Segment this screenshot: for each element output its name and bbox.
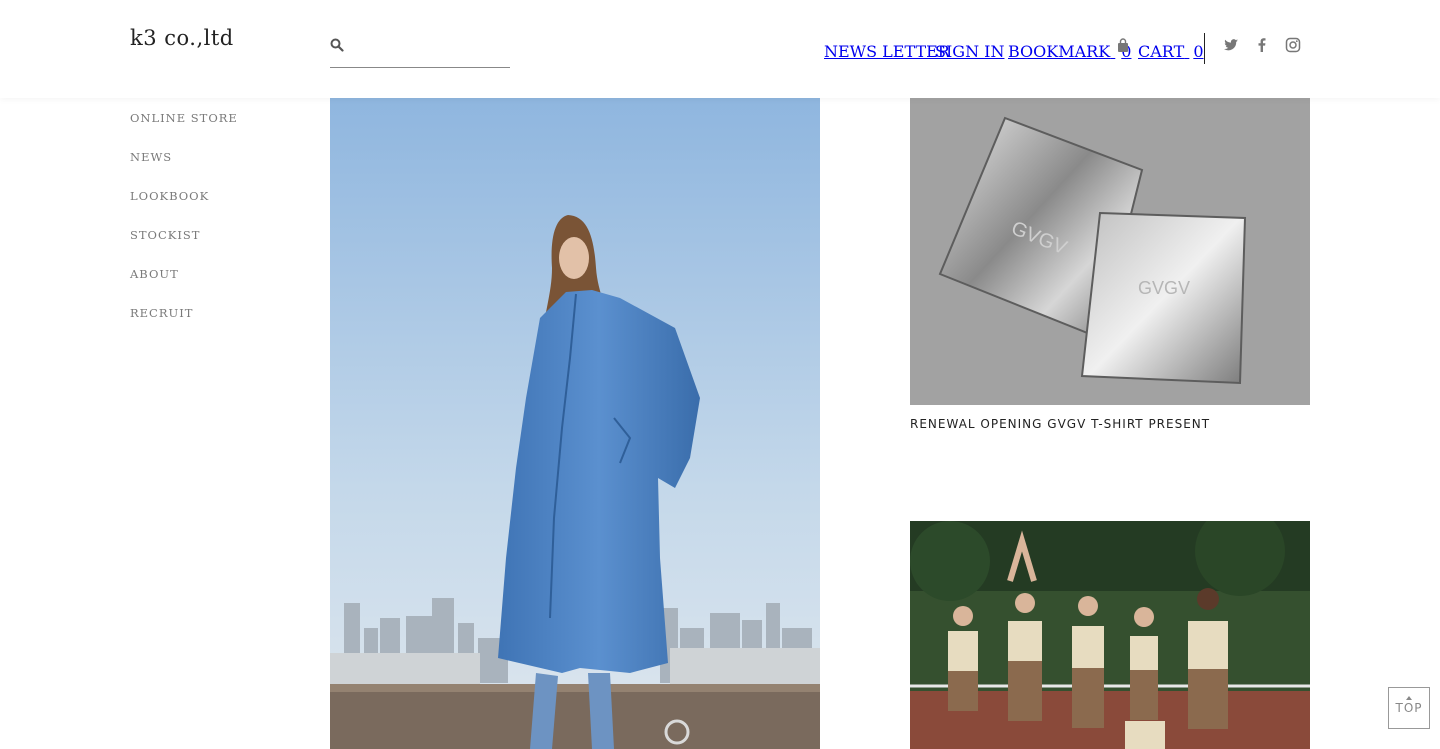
gvgv-silver-packs-photo: GVGV GVGV: [910, 98, 1310, 405]
model-blue-coat-photo: [330, 98, 820, 749]
group-tennis-court-photo: [910, 521, 1310, 749]
sidebar-item-recruit[interactable]: RECRUIT: [130, 305, 238, 344]
cart-count: 0: [1193, 42, 1204, 61]
facebook-icon[interactable]: [1254, 37, 1270, 53]
sidebar-item-stockist[interactable]: STOCKIST: [130, 227, 238, 266]
search-input[interactable]: [352, 34, 508, 62]
sidebar-item-about[interactable]: ABOUT: [130, 266, 238, 305]
news-card[interactable]: [910, 521, 1310, 749]
header-divider: [1204, 33, 1205, 64]
news-card[interactable]: GVGV GVGV RENEWAL OPENING GVGV T-SHIRT P…: [910, 98, 1310, 431]
site-header: k3 co.,ltd NEWS LETTER SIGN IN BOOKMARK …: [0, 0, 1440, 98]
back-to-top-button[interactable]: TOP: [1388, 687, 1430, 729]
pack-brand-text-2: GVGV: [1138, 278, 1190, 298]
shopping-bag-icon[interactable]: [1117, 38, 1129, 53]
featured-lookbook-image[interactable]: [330, 98, 820, 749]
back-to-top-label: TOP: [1395, 701, 1423, 715]
bookmark-link[interactable]: BOOKMARK 0: [1008, 42, 1131, 61]
cart-link[interactable]: CART 0: [1138, 42, 1204, 61]
cart-label: CART: [1138, 42, 1185, 61]
site-logo[interactable]: k3 co.,ltd: [130, 26, 234, 50]
search-icon[interactable]: [330, 38, 344, 52]
sidebar-item-news[interactable]: NEWS: [130, 149, 238, 188]
news-card-image[interactable]: GVGV GVGV: [910, 98, 1310, 405]
search-bar[interactable]: [330, 32, 510, 68]
news-card-image[interactable]: [910, 521, 1310, 749]
twitter-icon[interactable]: [1223, 37, 1239, 53]
signin-link[interactable]: SIGN IN: [935, 42, 1004, 61]
sidebar-item-online-store[interactable]: ONLINE STORE: [130, 110, 238, 149]
bookmark-label: BOOKMARK: [1008, 42, 1111, 61]
news-card-title[interactable]: RENEWAL OPENING GVGV T-SHIRT PRESENT: [910, 417, 1310, 431]
arrow-up-icon: [1406, 696, 1412, 700]
sidebar-item-lookbook[interactable]: LOOKBOOK: [130, 188, 238, 227]
instagram-icon[interactable]: [1285, 37, 1301, 53]
newsletter-link[interactable]: NEWS LETTER: [824, 42, 950, 61]
sidebar-nav: ONLINE STORE NEWS LOOKBOOK STOCKIST ABOU…: [130, 110, 238, 344]
